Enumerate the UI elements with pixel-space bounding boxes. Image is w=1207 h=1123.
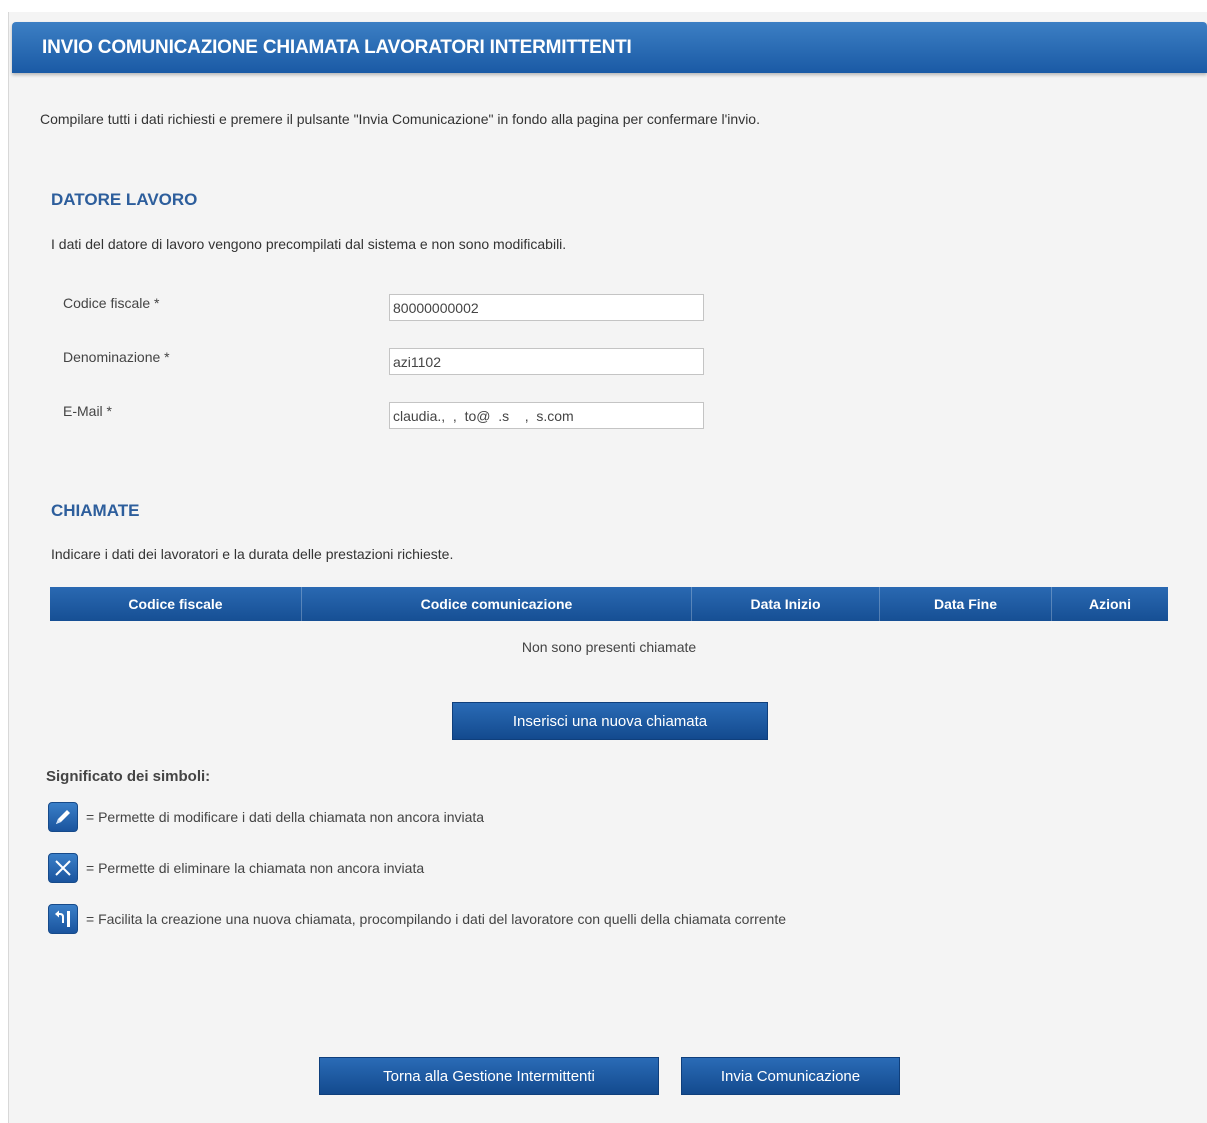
page-header: INVIO COMUNICAZIONE CHIAMATA LAVORATORI …	[12, 22, 1207, 73]
duplicate-icon	[48, 904, 78, 934]
legend-edit-text: = Permette di modificare i dati della ch…	[86, 809, 485, 825]
company-name-label: Denominazione *	[63, 349, 170, 365]
email-field[interactable]	[389, 402, 704, 429]
edit-icon	[48, 802, 78, 832]
send-communication-button[interactable]: Invia Comunicazione	[681, 1057, 900, 1095]
employer-section-description: I dati del datore di lavoro vengono prec…	[51, 236, 567, 252]
back-to-management-button[interactable]: Torna alla Gestione Intermittenti	[319, 1057, 659, 1095]
column-header-actions: Azioni	[1089, 596, 1131, 612]
legend-delete-text: = Permette di eliminare la chiamata non …	[86, 860, 425, 876]
calls-section-title: CHIAMATE	[51, 501, 140, 520]
legend-title: Significato dei simboli:	[46, 768, 211, 785]
page-title: INVIO COMUNICAZIONE CHIAMATA LAVORATORI …	[42, 37, 632, 58]
calls-table-header: Codice fiscale Codice comunicazione Data…	[50, 587, 1168, 621]
tax-code-field[interactable]	[389, 294, 704, 321]
column-header-start-date[interactable]: Data Inizio	[692, 587, 880, 621]
delete-icon	[48, 853, 78, 883]
column-header-tax-code[interactable]: Codice fiscale	[50, 587, 302, 621]
intro-text: Compilare tutti i dati richiesti e preme…	[40, 111, 760, 127]
legend-duplicate-text: = Facilita la creazione una nuova chiama…	[86, 911, 787, 927]
main-panel	[8, 12, 1207, 1123]
add-call-button[interactable]: Inserisci una nuova chiamata	[452, 702, 768, 740]
tax-code-label: Codice fiscale *	[63, 295, 160, 311]
calls-section-description: Indicare i dati dei lavoratori e la dura…	[51, 546, 454, 562]
legend-item-edit: = Permette di modificare i dati della ch…	[48, 802, 484, 832]
legend-item-duplicate: = Facilita la creazione una nuova chiama…	[48, 904, 786, 934]
column-header-end-date[interactable]: Data Fine	[880, 587, 1052, 621]
company-name-field[interactable]	[389, 348, 704, 375]
legend-item-delete: = Permette di eliminare la chiamata non …	[48, 853, 424, 883]
empty-table-message: Non sono presenti chiamate	[521, 639, 697, 655]
email-label: E-Mail *	[63, 403, 113, 419]
employer-section-title: DATORE LAVORO	[51, 190, 198, 209]
column-header-communication-code[interactable]: Codice comunicazione	[302, 587, 692, 621]
